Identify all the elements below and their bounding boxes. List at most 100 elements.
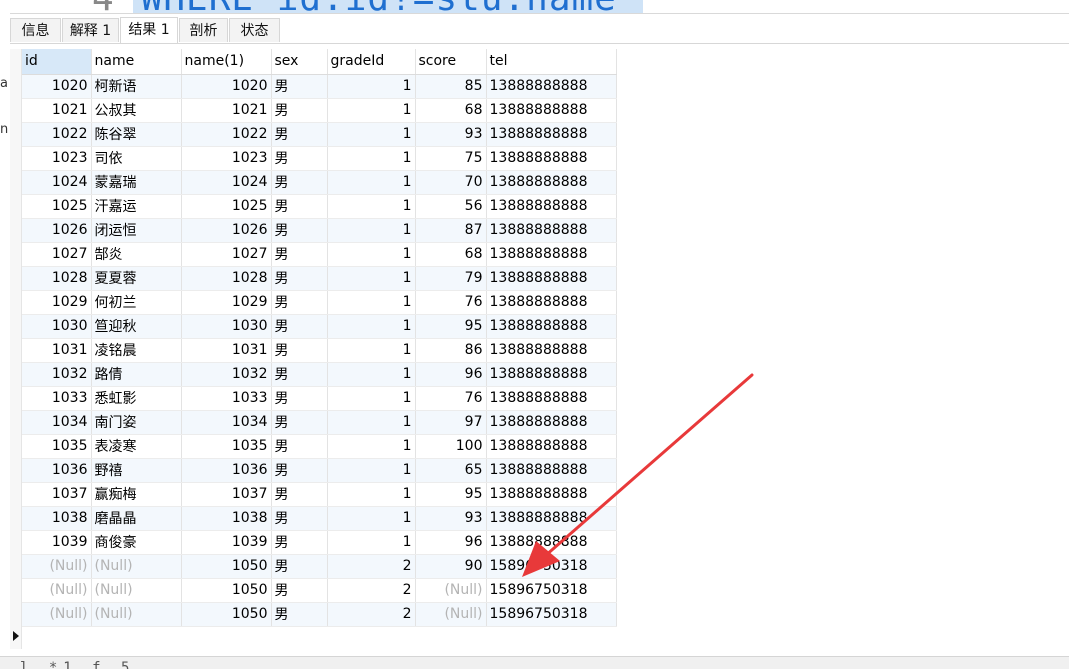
- table-cell[interactable]: 1021: [22, 98, 92, 123]
- table-cell[interactable]: 男: [271, 290, 328, 315]
- table-cell[interactable]: 1026: [22, 218, 92, 243]
- table-cell[interactable]: 1020: [181, 74, 272, 99]
- table-cell[interactable]: 男: [271, 146, 328, 171]
- table-cell[interactable]: 56: [415, 194, 487, 219]
- table-cell[interactable]: 何初兰: [91, 290, 182, 315]
- table-cell[interactable]: 1028: [181, 266, 272, 291]
- table-cell[interactable]: 1030: [22, 314, 92, 339]
- table-cell[interactable]: 13888888888: [486, 530, 617, 555]
- table-cell[interactable]: 95: [415, 314, 487, 339]
- table-cell[interactable]: 13888888888: [486, 266, 617, 291]
- tab-profile[interactable]: 剖析: [179, 18, 228, 42]
- table-cell[interactable]: (Null): [91, 602, 182, 627]
- table-cell[interactable]: 2: [327, 602, 416, 627]
- table-cell[interactable]: 100: [415, 434, 487, 459]
- table-cell[interactable]: 1029: [22, 290, 92, 315]
- table-row[interactable]: 1023 司依 1023 男 1 75 13888888888: [22, 146, 617, 171]
- tab-info[interactable]: 信息: [10, 18, 61, 42]
- table-cell[interactable]: 男: [271, 530, 328, 555]
- table-cell[interactable]: 男: [271, 338, 328, 363]
- table-cell[interactable]: 13888888888: [486, 74, 617, 99]
- table-cell[interactable]: 男: [271, 578, 328, 603]
- table-cell[interactable]: 68: [415, 242, 487, 267]
- table-cell[interactable]: 1: [327, 266, 416, 291]
- table-row[interactable]: 1037 赢痴梅 1037 男 1 95 13888888888: [22, 482, 617, 507]
- table-cell[interactable]: 1: [327, 74, 416, 99]
- table-cell[interactable]: 1033: [181, 386, 272, 411]
- table-cell[interactable]: 13888888888: [486, 338, 617, 363]
- table-cell[interactable]: 13888888888: [486, 458, 617, 483]
- table-row[interactable]: (Null) (Null) 1050 男 2 (Null) 15896750318: [22, 578, 617, 603]
- table-cell[interactable]: 男: [271, 434, 328, 459]
- table-cell[interactable]: 商俊豪: [91, 530, 182, 555]
- table-cell[interactable]: 1031: [181, 338, 272, 363]
- table-cell[interactable]: 13888888888: [486, 362, 617, 387]
- table-cell[interactable]: 75: [415, 146, 487, 171]
- table-row[interactable]: 1020 柯新语 1020 男 1 85 13888888888: [22, 74, 617, 99]
- table-cell[interactable]: 13888888888: [486, 170, 617, 195]
- table-cell[interactable]: 97: [415, 410, 487, 435]
- table-cell[interactable]: 93: [415, 122, 487, 147]
- table-cell[interactable]: 1023: [181, 146, 272, 171]
- sql-editor-strip[interactable]: 4 WHERE id.id!=stu.name: [0, 0, 1069, 14]
- table-cell[interactable]: 男: [271, 74, 328, 99]
- table-cell[interactable]: 男: [271, 482, 328, 507]
- table-cell[interactable]: 76: [415, 290, 487, 315]
- table-cell[interactable]: 1050: [181, 602, 272, 627]
- table-cell[interactable]: (Null): [22, 602, 92, 627]
- table-cell[interactable]: 男: [271, 362, 328, 387]
- table-row[interactable]: 1029 何初兰 1029 男 1 76 13888888888: [22, 290, 617, 315]
- column-header-gradeid[interactable]: gradeId: [327, 49, 416, 75]
- table-row[interactable]: 1034 南门姿 1034 男 1 97 13888888888: [22, 410, 617, 435]
- table-cell[interactable]: 男: [271, 386, 328, 411]
- table-cell[interactable]: 13888888888: [486, 290, 617, 315]
- table-cell[interactable]: 1: [327, 122, 416, 147]
- table-cell[interactable]: 1024: [22, 170, 92, 195]
- table-cell[interactable]: 凌铭晨: [91, 338, 182, 363]
- table-cell[interactable]: 笪迎秋: [91, 314, 182, 339]
- table-cell[interactable]: 1022: [22, 122, 92, 147]
- row-selector-gutter[interactable]: [10, 49, 22, 649]
- table-cell[interactable]: 1: [327, 362, 416, 387]
- table-row[interactable]: (Null) (Null) 1050 男 2 90 15896750318: [22, 554, 617, 579]
- table-cell[interactable]: 男: [271, 242, 328, 267]
- table-cell[interactable]: 1050: [181, 578, 272, 603]
- table-cell[interactable]: 1039: [22, 530, 92, 555]
- table-cell[interactable]: 1038: [181, 506, 272, 531]
- table-cell[interactable]: 1030: [181, 314, 272, 339]
- table-cell[interactable]: 15896750318: [486, 602, 617, 627]
- table-cell[interactable]: 1: [327, 290, 416, 315]
- table-cell[interactable]: 96: [415, 530, 487, 555]
- table-cell[interactable]: 表凌寒: [91, 434, 182, 459]
- table-cell[interactable]: 1039: [181, 530, 272, 555]
- table-row[interactable]: 1032 路倩 1032 男 1 96 13888888888: [22, 362, 617, 387]
- table-cell[interactable]: 87: [415, 218, 487, 243]
- table-cell[interactable]: 1: [327, 194, 416, 219]
- sql-text[interactable]: WHERE id.id!=stu.name: [132, 0, 643, 14]
- table-cell[interactable]: 96: [415, 362, 487, 387]
- table-cell[interactable]: 1023: [22, 146, 92, 171]
- table-cell[interactable]: 15896750318: [486, 578, 617, 603]
- table-cell[interactable]: 1028: [22, 266, 92, 291]
- table-cell[interactable]: 68: [415, 98, 487, 123]
- table-row[interactable]: 1039 商俊豪 1039 男 1 96 13888888888: [22, 530, 617, 555]
- table-cell[interactable]: 1025: [22, 194, 92, 219]
- table-cell[interactable]: 男: [271, 266, 328, 291]
- table-cell[interactable]: (Null): [91, 578, 182, 603]
- table-cell[interactable]: 1: [327, 506, 416, 531]
- table-cell[interactable]: (Null): [91, 554, 182, 579]
- table-cell[interactable]: 男: [271, 506, 328, 531]
- table-cell[interactable]: 1: [327, 482, 416, 507]
- table-cell[interactable]: 公叔其: [91, 98, 182, 123]
- table-cell[interactable]: 13888888888: [486, 506, 617, 531]
- table-cell[interactable]: 1: [327, 386, 416, 411]
- table-cell[interactable]: 95: [415, 482, 487, 507]
- table-cell[interactable]: 1036: [22, 458, 92, 483]
- table-cell[interactable]: 1: [327, 146, 416, 171]
- table-cell[interactable]: 1031: [22, 338, 92, 363]
- table-cell[interactable]: 13888888888: [486, 218, 617, 243]
- table-cell[interactable]: 汗嘉运: [91, 194, 182, 219]
- table-cell[interactable]: 男: [271, 554, 328, 579]
- table-row[interactable]: 1036 野禧 1036 男 1 65 13888888888: [22, 458, 617, 483]
- table-cell[interactable]: 路倩: [91, 362, 182, 387]
